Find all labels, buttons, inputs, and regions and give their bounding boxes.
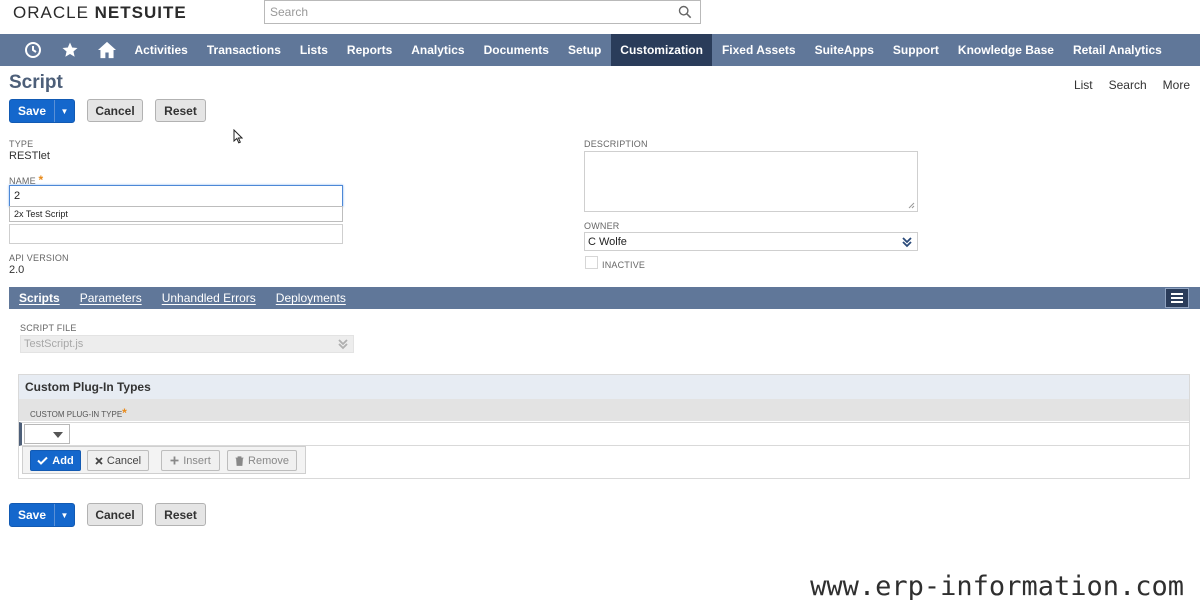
name-suggestion[interactable]: 2x Test Script [9,206,343,222]
tab-unhandled-errors[interactable]: Unhandled Errors [152,291,266,305]
type-value: RESTlet [9,150,50,162]
recent-records-icon[interactable] [15,34,51,66]
logo-netsuite: NETSUITE [94,3,187,22]
page-title: Script [9,72,63,93]
edit-row [19,422,1189,446]
logo-oracle: ORACLE [13,3,89,22]
bottom-save-button[interactable]: Save ▼ [9,503,75,527]
oracle-netsuite-logo[interactable]: ORACLE NETSUITE [13,3,187,23]
column-header: CUSTOM PLUG-IN TYPE* [19,399,1189,421]
page-links: List Search More [1074,78,1190,92]
global-search[interactable] [264,0,701,24]
double-chevron-down-icon [338,339,348,350]
nav-documents[interactable]: Documents [474,34,558,66]
description-field[interactable] [584,151,918,212]
required-asterisk: * [122,406,127,420]
bottom-cancel-button[interactable]: Cancel [87,503,143,526]
inactive-checkbox[interactable] [585,256,598,269]
search-link[interactable]: Search [1109,78,1147,92]
nav-customization[interactable]: Customization [610,34,713,66]
script-file-label: SCRIPT FILE [20,323,77,333]
owner-select[interactable]: C Wolfe [584,232,918,251]
insert-button[interactable]: Insert [161,450,220,471]
search-input[interactable] [265,1,665,23]
save-button[interactable]: Save ▼ [9,99,75,123]
save-button-label: Save [10,504,55,526]
nav-suiteapps[interactable]: SuiteApps [805,34,883,66]
bottom-reset-button[interactable]: Reset [155,503,206,526]
star-icon[interactable] [51,34,88,66]
save-options-arrow-icon[interactable]: ▼ [55,100,74,122]
cancel-button[interactable]: Cancel [87,99,143,122]
script-file-select[interactable]: TestScript.js [20,335,354,353]
nav-setup[interactable]: Setup [558,34,610,66]
type-label: TYPE [9,139,34,149]
remove-button[interactable]: Remove [227,450,297,471]
search-icon[interactable] [678,5,692,19]
nav-retail-analytics[interactable]: Retail Analytics [1063,34,1171,66]
nav-reports[interactable]: Reports [337,34,401,66]
panel-title: Custom Plug-In Types [19,375,1189,399]
inactive-label: INACTIVE [602,260,646,270]
api-version-value: 2.0 [9,264,25,276]
subtab-menu-icon[interactable] [1165,288,1189,308]
tab-parameters[interactable]: Parameters [70,291,152,305]
main-nav: Activities Transactions Lists Reports An… [0,34,1200,66]
save-button-label: Save [10,100,55,122]
add-button-label: Add [52,454,74,467]
double-chevron-down-icon[interactable] [901,236,913,248]
check-icon [37,456,49,465]
description-label: DESCRIPTION [584,139,648,149]
nav-transactions[interactable]: Transactions [197,34,290,66]
owner-value: C Wolfe [588,235,627,248]
mouse-cursor-icon [233,129,243,144]
list-link[interactable]: List [1074,78,1093,92]
nav-analytics[interactable]: Analytics [402,34,474,66]
more-link[interactable]: More [1163,78,1190,92]
id-field[interactable] [9,224,343,244]
save-options-arrow-icon[interactable]: ▼ [55,504,74,526]
nav-support[interactable]: Support [883,34,948,66]
script-file-value: TestScript.js [24,338,84,350]
owner-label: OWNER [584,221,620,231]
resize-handle-icon[interactable] [908,202,915,209]
row-cancel-label: Cancel [106,454,142,467]
nav-fixed-assets[interactable]: Fixed Assets [712,34,805,66]
column-header-text: CUSTOM PLUG-IN TYPE [30,410,123,419]
reset-button[interactable]: Reset [155,99,206,122]
subtab-bar: Scripts Parameters Unhandled Errors Depl… [9,287,1200,309]
watermark: www.erp-information.com [806,571,1188,600]
nav-activities[interactable]: Activities [125,34,197,66]
nav-knowledge-base[interactable]: Knowledge Base [948,34,1063,66]
add-button[interactable]: Add [30,450,81,471]
trash-icon [235,455,244,466]
tab-scripts[interactable]: Scripts [9,291,70,305]
plugin-type-select[interactable] [24,424,70,444]
api-version-label: API VERSION [9,253,69,263]
tab-deployments[interactable]: Deployments [266,291,356,305]
dropdown-arrow-icon [53,432,63,438]
row-cancel-button[interactable]: Cancel [87,450,149,471]
plus-icon [170,456,179,465]
name-field[interactable]: 2 [9,185,343,207]
remove-label: Remove [248,454,289,467]
home-icon[interactable] [88,34,125,66]
nav-lists[interactable]: Lists [290,34,337,66]
x-icon [95,456,103,465]
insert-label: Insert [183,454,211,467]
